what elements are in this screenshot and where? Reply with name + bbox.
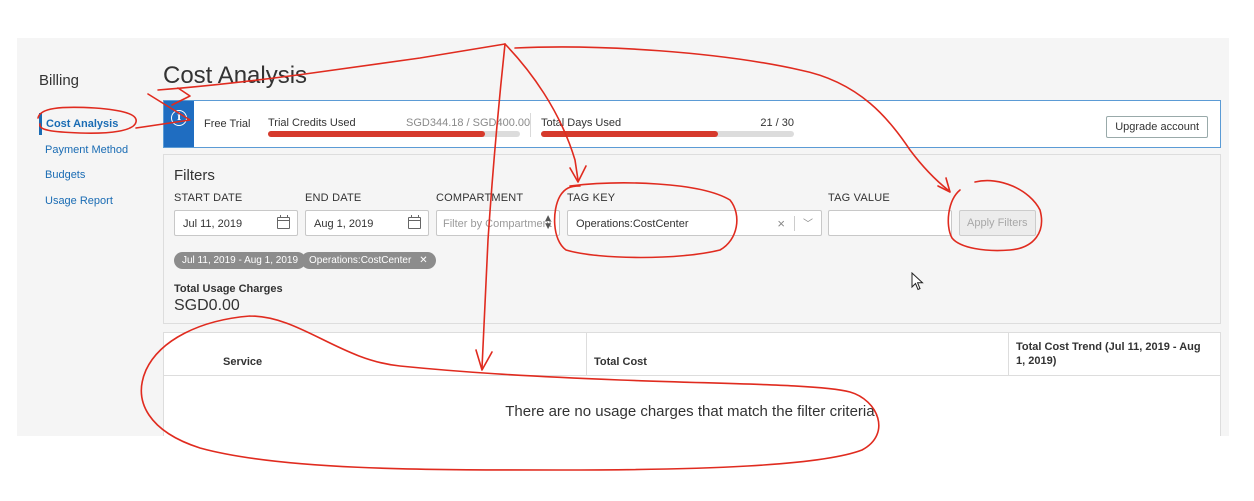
filters-title: Filters <box>174 167 215 184</box>
filters-panel: Filters START DATE Jul 11, 2019 END DATE… <box>163 154 1221 324</box>
mouse-pointer-icon <box>911 272 924 291</box>
filter-chip-date-range: Jul 11, 2019 - Aug 1, 2019 <box>174 252 307 269</box>
compartment-label: COMPARTMENT <box>436 192 524 204</box>
chevron-down-icon[interactable]: ﹀ <box>803 215 813 230</box>
info-strip: i <box>164 101 194 147</box>
trial-credits-label: Trial Credits Used <box>268 117 356 129</box>
column-header-service[interactable]: Service <box>223 333 583 376</box>
start-date-label: START DATE <box>174 192 243 204</box>
page-title: Cost Analysis <box>163 62 308 89</box>
column-header-total-cost[interactable]: Total Cost <box>594 333 994 376</box>
trial-banner: i Free Trial Trial Credits Used SGD344.1… <box>163 100 1221 148</box>
end-date-value: Aug 1, 2019 <box>314 218 374 230</box>
compartment-placeholder: Filter by Compartment <box>443 218 552 230</box>
total-days-value: 21 / 30 <box>760 117 794 129</box>
apply-filters-button[interactable]: Apply Filters <box>959 210 1036 236</box>
remove-chip-icon[interactable]: ✕ <box>419 255 427 266</box>
compartment-select[interactable]: Filter by Compartment ▲ ▼ <box>436 210 560 236</box>
end-date-input[interactable]: Aug 1, 2019 <box>305 210 429 236</box>
banner-divider <box>530 113 531 137</box>
filter-chip-tag: Operations:CostCenter ✕ <box>301 252 436 269</box>
sidebar-item-cost-analysis[interactable]: Cost Analysis <box>39 113 118 135</box>
empty-state-message: There are no usage charges that match th… <box>505 403 879 420</box>
sidebar-title: Billing <box>39 72 80 89</box>
sort-arrows-icon: ▲ ▼ <box>543 213 553 232</box>
upgrade-account-button[interactable]: Upgrade account <box>1106 116 1208 138</box>
info-icon: i <box>171 110 187 126</box>
column-divider <box>1008 333 1009 376</box>
select-separator <box>794 216 795 231</box>
total-days-progress <box>541 131 794 137</box>
clear-icon[interactable]: × <box>777 216 785 231</box>
calendar-icon[interactable] <box>277 215 290 229</box>
start-date-input[interactable]: Jul 11, 2019 <box>174 210 298 236</box>
trial-credits-progress-fill <box>268 131 485 137</box>
total-days-progress-fill <box>541 131 719 137</box>
table-header-row: Service Total Cost Total Cost Trend (Jul… <box>164 333 1220 376</box>
billing-app: Billing Cost Analysis Payment Method Bud… <box>17 38 1229 436</box>
total-usage-charges-value: SGD0.00 <box>174 297 240 314</box>
tag-value-label: TAG VALUE <box>828 192 890 204</box>
total-usage-charges-label: Total Usage Charges <box>174 283 283 295</box>
trial-credits-value: SGD344.18 / SGD400.00 <box>406 117 531 129</box>
cost-table: Service Total Cost Total Cost Trend (Jul… <box>163 332 1221 436</box>
tag-key-select[interactable]: Operations:CostCenter × ﹀ <box>567 210 822 236</box>
filter-chip-label: Operations:CostCenter <box>309 255 412 266</box>
start-date-value: Jul 11, 2019 <box>183 218 243 230</box>
sidebar-item-budgets[interactable]: Budgets <box>39 164 85 186</box>
column-divider <box>586 333 587 376</box>
calendar-icon[interactable] <box>408 215 421 229</box>
tag-key-label: TAG KEY <box>567 192 616 204</box>
trial-credits-progress <box>268 131 520 137</box>
end-date-label: END DATE <box>305 192 362 204</box>
sidebar-item-payment-method[interactable]: Payment Method <box>39 139 128 161</box>
tag-key-value: Operations:CostCenter <box>576 218 689 230</box>
free-trial-label: Free Trial <box>204 118 251 130</box>
filter-chip-label: Jul 11, 2019 - Aug 1, 2019 <box>182 255 299 266</box>
column-header-cost-trend[interactable]: Total Cost Trend (Jul 11, 2019 - Aug 1, … <box>1016 333 1216 376</box>
total-days-label: Total Days Used <box>541 117 622 129</box>
sidebar-item-usage-report[interactable]: Usage Report <box>39 190 113 212</box>
tag-value-input[interactable] <box>828 210 952 236</box>
